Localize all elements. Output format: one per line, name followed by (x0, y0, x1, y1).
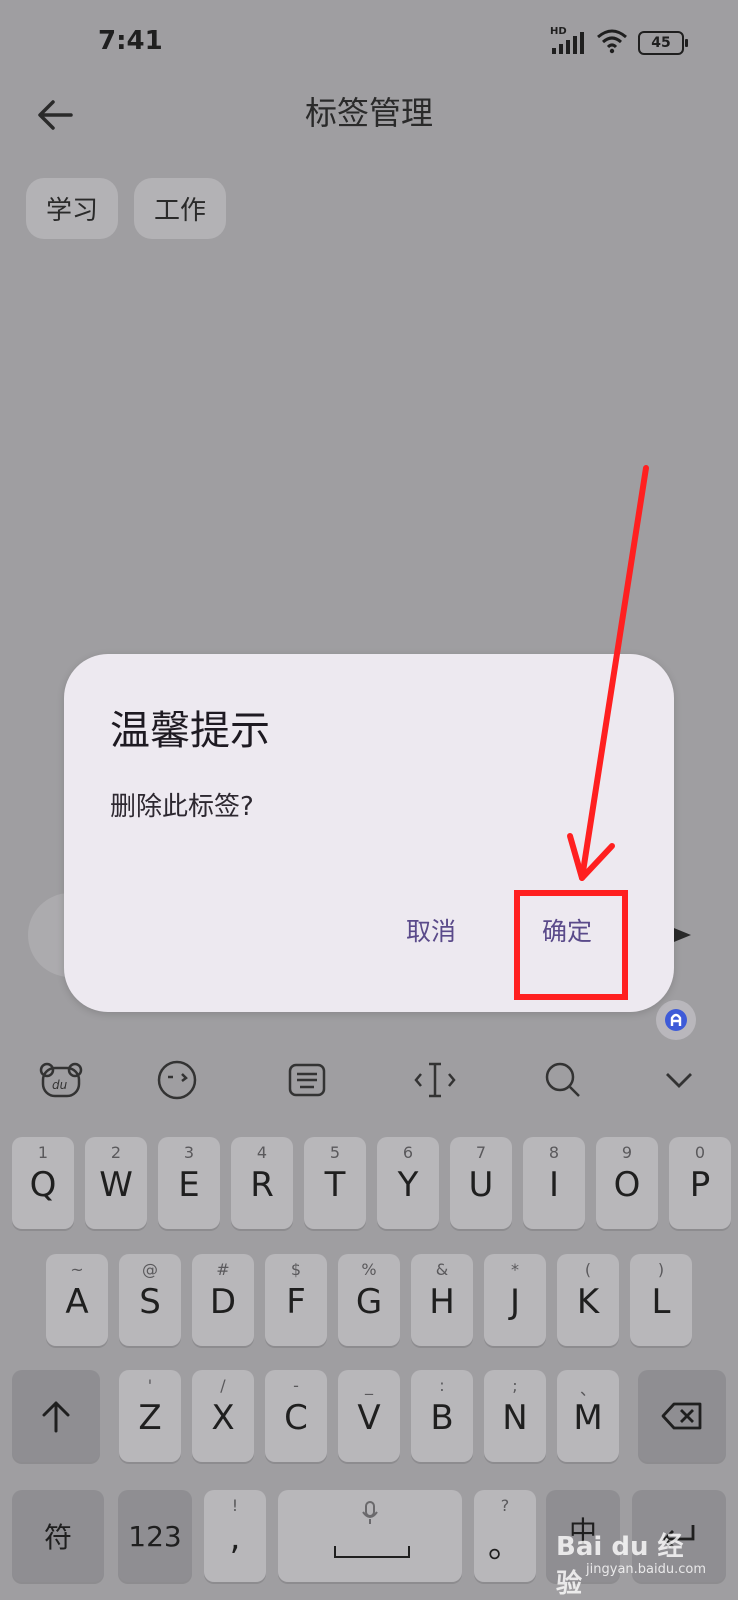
key-p[interactable]: 0P (669, 1137, 731, 1229)
tag-chip[interactable]: 学习 (26, 178, 119, 239)
assistant-icon (665, 1009, 687, 1031)
bear-logo-button[interactable]: du (36, 1055, 86, 1105)
symbol-key[interactable]: 符 (12, 1490, 104, 1582)
key-h[interactable]: & H (411, 1254, 473, 1346)
key-f[interactable]: $ F (265, 1254, 327, 1346)
wifi-icon (596, 28, 628, 58)
key-m[interactable]: 、 M (557, 1370, 619, 1462)
space-bar-glyph (334, 1546, 410, 1558)
status-bar: 7:41 HD 45 (0, 0, 738, 90)
search-icon (545, 1062, 580, 1097)
key-k[interactable]: (K (557, 1254, 619, 1346)
key-i[interactable]: 8I (523, 1137, 585, 1229)
status-time: 7:41 (98, 26, 163, 56)
key-r[interactable]: 4R (231, 1137, 293, 1229)
key-s[interactable]: @ S (119, 1254, 181, 1346)
search-button[interactable] (538, 1055, 588, 1105)
status-icons: HD 45 (550, 26, 688, 58)
key-o[interactable]: 9O (596, 1137, 658, 1229)
highlight-annotation-box (514, 890, 628, 1000)
shift-key[interactable] (12, 1370, 100, 1462)
cursor-icon (414, 1062, 456, 1098)
period-key[interactable]: ?。 (474, 1490, 536, 1582)
svg-text:du: du (52, 1078, 68, 1092)
cancel-button[interactable]: 取消 (406, 912, 456, 948)
battery-level: 45 (651, 35, 671, 51)
key-t[interactable]: 5T (304, 1137, 366, 1229)
key-x[interactable]: / X (192, 1370, 254, 1462)
page-title: 标签管理 (304, 94, 433, 132)
key-e[interactable]: 3E (158, 1137, 220, 1229)
tag-chip[interactable]: 工作 (134, 178, 227, 239)
key-u[interactable]: 7U (450, 1137, 512, 1229)
dialog-message: 删除此标签? (110, 792, 254, 822)
key-z[interactable]: ' Z (119, 1370, 181, 1462)
keyboard-icon (288, 1063, 326, 1097)
key-q[interactable]: 1Q (12, 1137, 74, 1229)
keyboard-toolbar: du (0, 1055, 738, 1105)
key-v[interactable]: _ V (338, 1370, 400, 1462)
key-a[interactable]: ~ A (46, 1254, 108, 1346)
key-w[interactable]: 2W (85, 1137, 147, 1229)
tag-list: 学习 工作 (26, 178, 227, 239)
keyboard-layout-button[interactable] (282, 1055, 332, 1105)
key-j[interactable]: * J (484, 1254, 546, 1346)
assistant-float-button[interactable] (656, 1000, 696, 1040)
microphone-icon (360, 1500, 380, 1530)
key-l[interactable]: ) L (630, 1254, 692, 1346)
key-n[interactable]: ; N (484, 1370, 546, 1462)
battery-icon: 45 (638, 31, 688, 55)
signal-icon: HD (550, 26, 586, 56)
dialog-title: 温馨提示 (110, 708, 270, 754)
emoji-button[interactable] (152, 1055, 202, 1105)
backspace-key[interactable] (638, 1370, 726, 1462)
watermark-url: jingyan.baidu.com (586, 1562, 706, 1577)
key-d[interactable]: # D (192, 1254, 254, 1346)
key-y[interactable]: 6Y (377, 1137, 439, 1229)
comma-key[interactable]: !, (204, 1490, 266, 1582)
emoji-icon (157, 1060, 197, 1100)
key-g[interactable]: % G (338, 1254, 400, 1346)
network-type-label: HD (550, 26, 567, 37)
chevron-down-icon (666, 1073, 692, 1088)
collapse-keyboard-button[interactable] (654, 1055, 704, 1105)
backspace-icon (661, 1402, 702, 1430)
key-b[interactable]: :B (411, 1370, 473, 1462)
bear-icon: du (39, 1062, 83, 1098)
key-c[interactable]: -C (265, 1370, 327, 1462)
shift-arrow-icon (42, 1401, 70, 1433)
app-header: 标签管理 (0, 80, 738, 150)
space-key[interactable] (278, 1490, 462, 1582)
baidu-watermark: Bai du 经验 jingyan.baidu.com (556, 1526, 706, 1599)
number-key[interactable]: 123 (118, 1490, 192, 1582)
cursor-move-button[interactable] (410, 1055, 460, 1105)
